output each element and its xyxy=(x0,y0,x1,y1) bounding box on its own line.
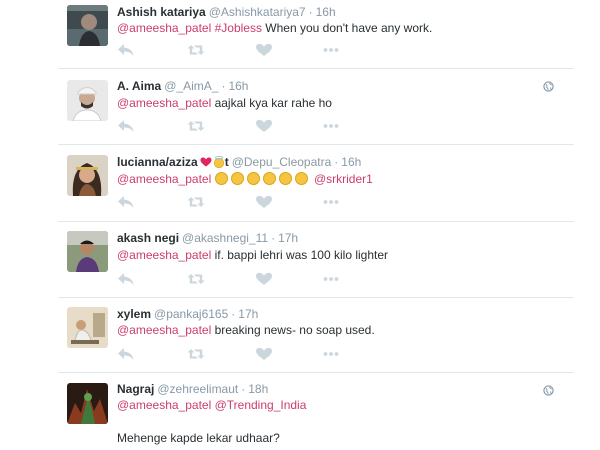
laughing-emoji-icon xyxy=(214,172,228,185)
user-name[interactable]: xylem xyxy=(117,307,151,321)
laughing-emoji-icon xyxy=(246,172,260,185)
mention-link[interactable]: @ameesha_patel xyxy=(117,323,211,337)
more-icon[interactable] xyxy=(322,347,340,361)
avatar[interactable] xyxy=(67,307,108,348)
separator-dot: · xyxy=(221,79,226,93)
like-icon[interactable] xyxy=(255,347,273,361)
reply-icon[interactable] xyxy=(117,43,135,57)
avatar[interactable] xyxy=(67,5,108,46)
globe-icon xyxy=(543,79,554,90)
avatar[interactable] xyxy=(67,231,108,272)
avatar[interactable] xyxy=(67,155,108,196)
separator-dot: · xyxy=(334,155,339,169)
mention-link[interactable]: @ameesha_patel xyxy=(117,172,211,186)
divider xyxy=(58,297,574,298)
mention-link[interactable]: @Trending_India xyxy=(215,398,307,412)
tweet-header: A. Aima @_AimA_ · 16h xyxy=(117,79,248,93)
user-name[interactable]: Ashish katariya xyxy=(117,5,206,19)
retweet-icon[interactable] xyxy=(187,43,205,57)
user-handle[interactable]: @zehreelimaut xyxy=(157,382,238,396)
like-icon[interactable] xyxy=(255,119,273,133)
avatar[interactable] xyxy=(67,80,108,121)
reply-icon[interactable] xyxy=(117,195,135,209)
tweet-header: lucianna/aziza t @Depu_Cleopatra · 16h xyxy=(117,155,361,169)
user-name[interactable]: Nagraj xyxy=(117,382,154,396)
like-icon[interactable] xyxy=(255,195,273,209)
more-icon[interactable] xyxy=(322,119,340,133)
retweet-icon[interactable] xyxy=(187,272,205,286)
tweet-text-content: aajkal kya kar rahe ho xyxy=(211,96,332,110)
laughing-emoji-icon xyxy=(294,172,308,185)
user-name-suffix: t xyxy=(224,155,229,169)
reply-icon[interactable] xyxy=(117,119,135,133)
tweet-text: @ameesha_patel aajkal kya kar rahe ho xyxy=(117,96,332,110)
mention-link[interactable]: @srkrider1 xyxy=(314,172,373,186)
tweet-header: akash negi @akashnegi_11 · 17h xyxy=(117,231,298,245)
user-handle[interactable]: @Depu_Cleopatra xyxy=(232,155,332,169)
tweet-text-content: When you don't have any work. xyxy=(261,21,433,35)
more-icon[interactable] xyxy=(322,272,340,286)
user-name[interactable]: lucianna/aziza xyxy=(117,155,198,169)
laughing-emoji-icon xyxy=(278,172,292,185)
tweet-time[interactable]: 16h xyxy=(316,5,336,19)
separator-dot: · xyxy=(271,231,276,245)
tweet-text: @ameesha_patel @srkrider1 xyxy=(117,172,373,186)
retweet-icon[interactable] xyxy=(187,347,205,361)
tweet-header: Nagraj @zehreelimaut · 18h xyxy=(117,382,268,396)
divider xyxy=(58,372,574,373)
more-icon[interactable] xyxy=(322,43,340,57)
tweet-time[interactable]: 18h xyxy=(248,382,268,396)
more-icon[interactable] xyxy=(322,195,340,209)
divider xyxy=(58,221,574,222)
user-handle[interactable]: @_AimA_ xyxy=(164,79,218,93)
tweet-time[interactable]: 16h xyxy=(341,155,361,169)
mention-link[interactable]: @ameesha_patel xyxy=(117,21,211,35)
globe-icon xyxy=(543,383,554,394)
tweet-text: @ameesha_patel breaking news- no soap us… xyxy=(117,323,375,337)
divider xyxy=(58,144,574,145)
tweet-header: xylem @pankaj6165 · 17h xyxy=(117,307,258,321)
tweet-text: @ameesha_patel @Trending_India xyxy=(117,398,306,412)
tweet-text: @ameesha_patel if. bappi lehri was 100 k… xyxy=(117,248,388,262)
user-name[interactable]: A. Aima xyxy=(117,79,161,93)
separator-dot: · xyxy=(231,307,236,321)
avatar[interactable] xyxy=(67,383,108,424)
tweet-time[interactable]: 17h xyxy=(238,307,258,321)
mention-link[interactable]: @ameesha_patel xyxy=(117,248,211,262)
tweet-text-line-2: Mehenge kapde lekar udhaar? xyxy=(117,431,280,445)
mention-link[interactable]: @ameesha_patel xyxy=(117,96,211,110)
retweet-icon[interactable] xyxy=(187,119,205,133)
like-icon[interactable] xyxy=(255,272,273,286)
user-handle[interactable]: @pankaj6165 xyxy=(154,307,228,321)
reply-icon[interactable] xyxy=(117,347,135,361)
user-name[interactable]: akash negi xyxy=(117,231,179,245)
kiss-emoji-icon xyxy=(200,157,212,167)
tweet-time[interactable]: 17h xyxy=(278,231,298,245)
tweet-header: Ashish katariya @Ashishkatariya7 · 16h xyxy=(117,5,336,19)
hashtag-link[interactable]: #Jobless xyxy=(215,21,262,35)
tweet-text-content: if. bappi lehri was 100 kilo lighter xyxy=(211,248,389,262)
like-icon[interactable] xyxy=(255,43,273,57)
tweet-text-content: breaking news- no soap used. xyxy=(211,323,375,337)
separator-dot: · xyxy=(308,5,313,19)
retweet-icon[interactable] xyxy=(187,195,205,209)
halo-emoji-icon xyxy=(213,156,224,168)
reply-icon[interactable] xyxy=(117,272,135,286)
user-handle[interactable]: @akashnegi_11 xyxy=(182,231,268,245)
separator-dot: · xyxy=(241,382,246,396)
tweet-time[interactable]: 16h xyxy=(228,79,248,93)
laughing-emoji-icon xyxy=(230,172,244,185)
tweet-text: @ameesha_patel #Jobless When you don't h… xyxy=(117,21,432,35)
user-handle[interactable]: @Ashishkatariya7 xyxy=(209,5,306,19)
mention-link[interactable]: @ameesha_patel xyxy=(117,398,211,412)
divider xyxy=(58,68,574,69)
laughing-emoji-icon xyxy=(262,172,276,185)
